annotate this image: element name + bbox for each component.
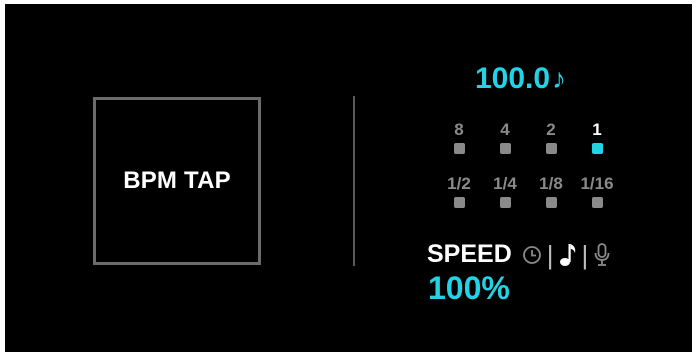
- beat-option-1-8[interactable]: 1/8: [531, 174, 571, 208]
- beat-option-label: 1: [592, 120, 602, 139]
- beat-option-label: 4: [500, 120, 510, 139]
- beat-option-1-4[interactable]: 1/4: [485, 174, 525, 208]
- bpm-tap-button[interactable]: BPM TAP: [93, 97, 261, 265]
- beat-indicator-led: [545, 197, 557, 208]
- beat-option-label: 1/4: [493, 174, 517, 193]
- bpm-value: 100.0: [475, 62, 551, 95]
- music-note-icon: ♪: [552, 63, 567, 94]
- beat-indicator-led: [499, 197, 511, 208]
- vertical-divider: [353, 96, 355, 266]
- beat-option-8[interactable]: 8: [439, 120, 479, 154]
- beat-indicator-led: [591, 197, 603, 208]
- beat-indicator-led: [453, 143, 465, 154]
- speed-label: SPEED: [427, 240, 512, 268]
- mode-separator: |: [581, 239, 589, 270]
- bpm-readout: 100.0 ♪: [475, 62, 566, 96]
- beat-option-label: 1/2: [447, 174, 471, 193]
- bpm-tap-screen: BPM TAP 100.0 ♪ 8 4 2 1 1/2 1/4 1/8 1/16: [5, 4, 692, 352]
- bpm-tap-label: BPM TAP: [123, 167, 231, 194]
- beat-option-1-2[interactable]: 1/2: [439, 174, 479, 208]
- beat-indicator-led: [545, 143, 557, 154]
- speed-mode-row: SPEED | |: [427, 240, 611, 269]
- beat-option-1[interactable]: 1: [577, 120, 617, 154]
- beat-option-label: 2: [546, 120, 556, 139]
- beat-indicator-led: [591, 143, 603, 154]
- beat-option-label: 1/8: [539, 174, 563, 193]
- beat-indicator-led: [499, 143, 511, 154]
- beat-option-label: 8: [454, 120, 464, 139]
- beat-option-1-16[interactable]: 1/16: [577, 174, 617, 208]
- beat-option-label: 1/16: [580, 174, 614, 193]
- beat-option-4[interactable]: 4: [485, 120, 525, 154]
- microphone-icon[interactable]: [593, 242, 611, 267]
- mode-separator: |: [546, 239, 554, 270]
- speed-value: 100%: [428, 270, 510, 306]
- beat-option-2[interactable]: 2: [531, 120, 571, 154]
- music-note-mode-icon[interactable]: [559, 242, 577, 268]
- beat-indicator-led: [453, 197, 465, 208]
- clock-icon[interactable]: [522, 245, 542, 265]
